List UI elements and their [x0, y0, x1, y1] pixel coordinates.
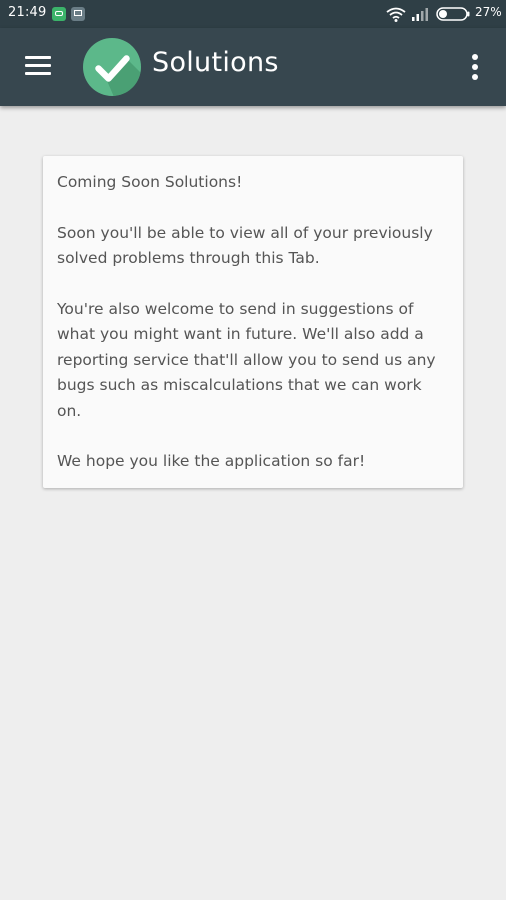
chat-notification-icon — [52, 7, 66, 21]
status-bar: 21:49 27% — [0, 0, 506, 28]
app-bar: Solutions — [0, 28, 506, 106]
card-paragraph-closing: We hope you like the application so far! — [57, 452, 366, 471]
status-time: 21:49 — [8, 5, 47, 20]
app-title: Solutions — [152, 47, 279, 78]
coming-soon-card: Coming Soon Solutions! Soon you'll be ab… — [43, 156, 463, 488]
more-vertical-icon[interactable] — [460, 51, 490, 83]
hamburger-menu-icon[interactable] — [22, 53, 54, 79]
card-paragraph-history: Soon you'll be able to view all of your … — [57, 223, 433, 268]
battery-fill — [439, 10, 447, 18]
battery-percent: 27% — [475, 5, 502, 19]
card-heading: Coming Soon Solutions! — [57, 173, 243, 191]
cell-signal-icon — [412, 8, 428, 21]
battery-icon — [436, 7, 470, 21]
wifi-icon — [386, 7, 406, 22]
checkmark-logo-icon — [83, 38, 141, 96]
card-paragraph-suggestions: You're also welcome to send in suggestio… — [57, 300, 436, 420]
screen-notification-icon — [71, 7, 85, 21]
